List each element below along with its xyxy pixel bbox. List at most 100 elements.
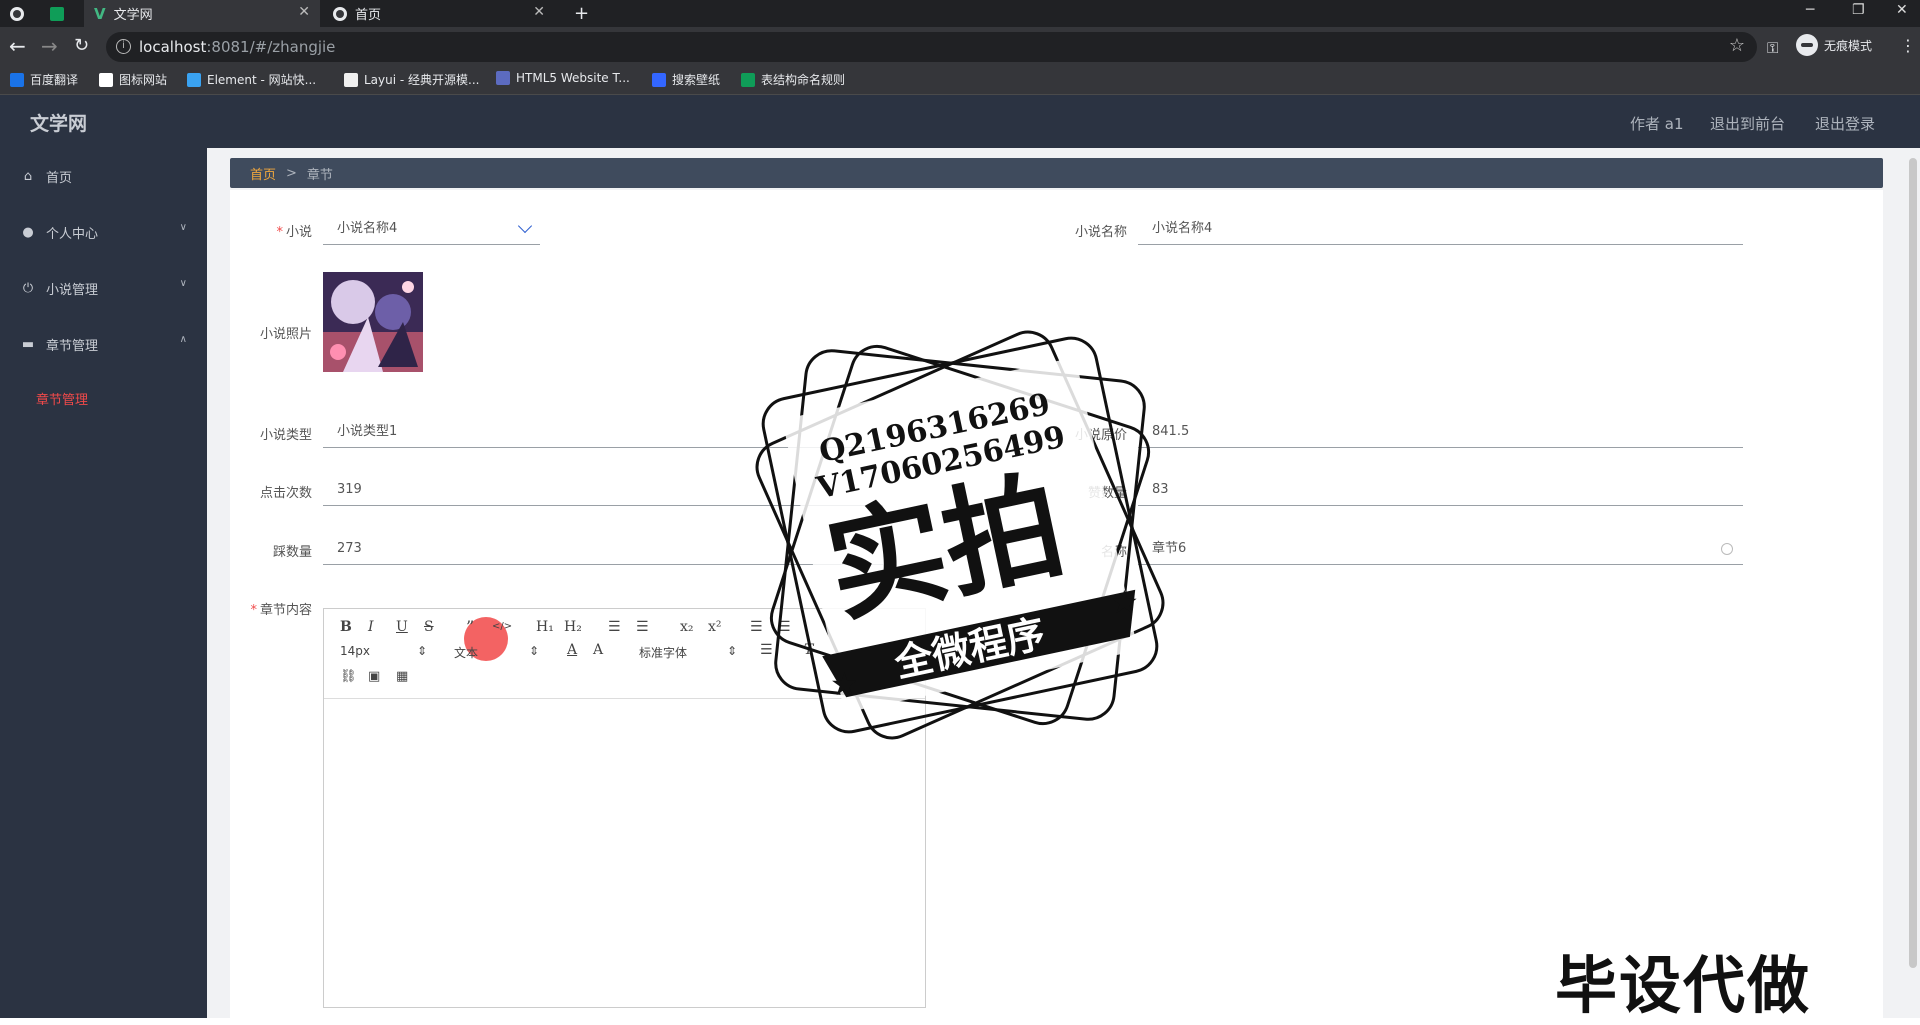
- incognito-indicator[interactable]: 无痕模式: [1796, 34, 1872, 56]
- sidebar-item-novel-manage[interactable]: ⏻ 小说管理 ∨: [0, 268, 207, 308]
- clear-format-icon[interactable]: T: [804, 642, 813, 658]
- browser-tab-wenxue[interactable]: V 文学网 ✕: [84, 0, 320, 27]
- bookmark-item[interactable]: 百度翻译: [10, 71, 78, 88]
- bookmark-item[interactable]: 表结构命名规则: [741, 71, 845, 88]
- html5-icon: [496, 71, 510, 85]
- font-color-icon[interactable]: A: [567, 642, 577, 658]
- video-icon[interactable]: ▦: [396, 669, 408, 684]
- forward-icon[interactable]: →: [41, 35, 58, 57]
- underline-icon[interactable]: U: [396, 619, 408, 635]
- breadcrumb-separator: >: [286, 165, 297, 181]
- browser-tab-home[interactable]: 首页 ✕: [325, 0, 555, 27]
- link-icon[interactable]: ⛓: [340, 669, 357, 684]
- flag-icon: [99, 72, 113, 87]
- clicks-input[interactable]: 319: [323, 476, 883, 506]
- back-icon[interactable]: ←: [9, 35, 26, 57]
- url-field[interactable]: i localhost:8081/#/zhangjie ☆: [106, 32, 1757, 62]
- novel-name-input[interactable]: 小说名称4: [1138, 215, 1743, 245]
- sidebar-item-home[interactable]: ⌂ 首页: [0, 156, 207, 196]
- novel-cover-image: [323, 272, 423, 372]
- chapter-name-input[interactable]: 章节6: [1138, 535, 1743, 565]
- bookmark-item[interactable]: 图标网站: [99, 71, 167, 88]
- info-icon[interactable]: i: [116, 39, 131, 54]
- chat-icon: ▬: [21, 336, 35, 352]
- font-family-select[interactable]: 标准字体: [639, 644, 687, 661]
- chapter-name-label: 名称: [1100, 545, 1127, 560]
- blockquote-icon[interactable]: ”: [466, 617, 474, 636]
- price-label: 小说原价: [1074, 428, 1127, 443]
- key-icon[interactable]: ⚿: [1767, 37, 1778, 59]
- updown-icon: ⇕: [417, 644, 428, 658]
- power-icon: ⏻: [22, 280, 34, 296]
- page-scrollbar[interactable]: [1906, 148, 1920, 1018]
- close-window-icon[interactable]: ✕: [1896, 0, 1908, 20]
- home-icon: ⌂: [23, 168, 33, 184]
- browser-tab-bar: V 文学网 ✕ 首页 ✕ + ─ ❐ ✕: [0, 0, 1920, 27]
- price-input[interactable]: 841.5: [1138, 418, 1743, 448]
- bookmark-star-icon[interactable]: ☆: [1729, 35, 1745, 56]
- font-size-select[interactable]: 14px: [340, 644, 370, 658]
- heading2-icon[interactable]: H₂: [564, 619, 582, 635]
- bookmark-item[interactable]: Element - 网站快...: [187, 71, 316, 88]
- reload-icon[interactable]: ↻: [74, 35, 89, 57]
- new-tab-button[interactable]: +: [574, 0, 594, 27]
- italic-icon[interactable]: I: [368, 619, 374, 635]
- logout-link[interactable]: 退出登录: [1815, 113, 1875, 134]
- tab-title: 首页: [355, 8, 382, 23]
- translate-icon: [10, 72, 24, 87]
- updown-icon: ⇕: [529, 644, 540, 658]
- dislikes-input[interactable]: 273: [323, 535, 883, 565]
- chevron-down-icon: ∨: [179, 278, 187, 289]
- bookmark-item[interactable]: 搜索壁纸: [652, 71, 720, 88]
- bookmark-item[interactable]: HTML5 Website T...: [496, 71, 630, 85]
- globe-icon: [10, 6, 24, 21]
- breadcrumb-home[interactable]: 首页: [250, 164, 276, 183]
- author-link[interactable]: 作者 a1: [1630, 113, 1684, 134]
- minimize-icon[interactable]: ─: [1806, 0, 1814, 20]
- image-icon[interactable]: ▣: [368, 669, 380, 684]
- novel-select[interactable]: 小说名称4: [323, 215, 540, 245]
- text-style-select[interactable]: 文本: [454, 644, 478, 661]
- scrollbar-thumb[interactable]: [1909, 158, 1917, 968]
- menu-kebab-icon[interactable]: ⋮: [1900, 35, 1916, 57]
- layui-icon: [344, 72, 358, 87]
- subscript-icon[interactable]: x₂: [680, 619, 694, 635]
- clear-icon[interactable]: [1721, 543, 1733, 555]
- exit-to-front-link[interactable]: 退出到前台: [1710, 113, 1785, 134]
- sidebar-item-chapter-manage[interactable]: ▬ 章节管理 ∧: [0, 324, 207, 364]
- bullet-list-icon[interactable]: ☰: [636, 619, 649, 635]
- editor-toolbar: B I U S ” </> H₁ H₂ ☰ ☰ x₂ x² ☰ ☰ 14px ⇕…: [324, 609, 925, 699]
- indent-decrease-icon[interactable]: ☰: [750, 619, 763, 635]
- incognito-label: 无痕模式: [1824, 38, 1873, 53]
- indent-increase-icon[interactable]: ☰: [778, 619, 791, 635]
- user-icon: ●: [22, 224, 34, 240]
- element-icon: [187, 72, 201, 87]
- sidebar-item-profile[interactable]: ● 个人中心 ∨: [0, 212, 207, 252]
- rich-text-editor[interactable]: B I U S ” </> H₁ H₂ ☰ ☰ x₂ x² ☰ ☰ 14px ⇕…: [323, 608, 926, 1008]
- novel-name-label: 小说名称: [1074, 225, 1127, 240]
- type-input[interactable]: 小说类型1: [323, 418, 883, 448]
- likes-input[interactable]: 83: [1138, 476, 1743, 506]
- novel-label: * 小说: [276, 225, 312, 240]
- align-icon[interactable]: ☰: [760, 642, 773, 658]
- browser-tab-pinned[interactable]: [10, 0, 40, 27]
- strike-icon[interactable]: S: [424, 619, 434, 635]
- type-label: 小说类型: [259, 428, 312, 443]
- chevron-up-icon: ∧: [179, 334, 187, 345]
- chevron-down-icon: [517, 218, 533, 234]
- ordered-list-icon[interactable]: ☰: [608, 619, 621, 635]
- sidebar: ⌂ 首页 ● 个人中心 ∨ ⏻ 小说管理 ∨ ▬ 章节管理 ∧ 章节管理: [0, 148, 207, 1018]
- sidebar-subitem-chapter-manage[interactable]: 章节管理: [36, 389, 88, 408]
- close-tab-icon[interactable]: ✕: [298, 4, 310, 20]
- close-tab-icon[interactable]: ✕: [533, 4, 545, 20]
- clicks-label: 点击次数: [259, 486, 312, 501]
- code-block-icon[interactable]: </>: [492, 621, 512, 632]
- superscript-icon[interactable]: x²: [708, 619, 722, 635]
- heading1-icon[interactable]: H₁: [536, 619, 554, 635]
- bold-icon[interactable]: B: [340, 619, 352, 635]
- browser-tab-pinned-2[interactable]: [50, 0, 80, 27]
- bookmarks-bar: 百度翻译 图标网站 Element - 网站快... Layui - 经典开源模…: [0, 67, 1920, 95]
- background-color-icon[interactable]: A: [593, 642, 603, 658]
- restore-icon[interactable]: ❐: [1852, 0, 1865, 20]
- bookmark-item[interactable]: Layui - 经典开源模...: [344, 71, 479, 88]
